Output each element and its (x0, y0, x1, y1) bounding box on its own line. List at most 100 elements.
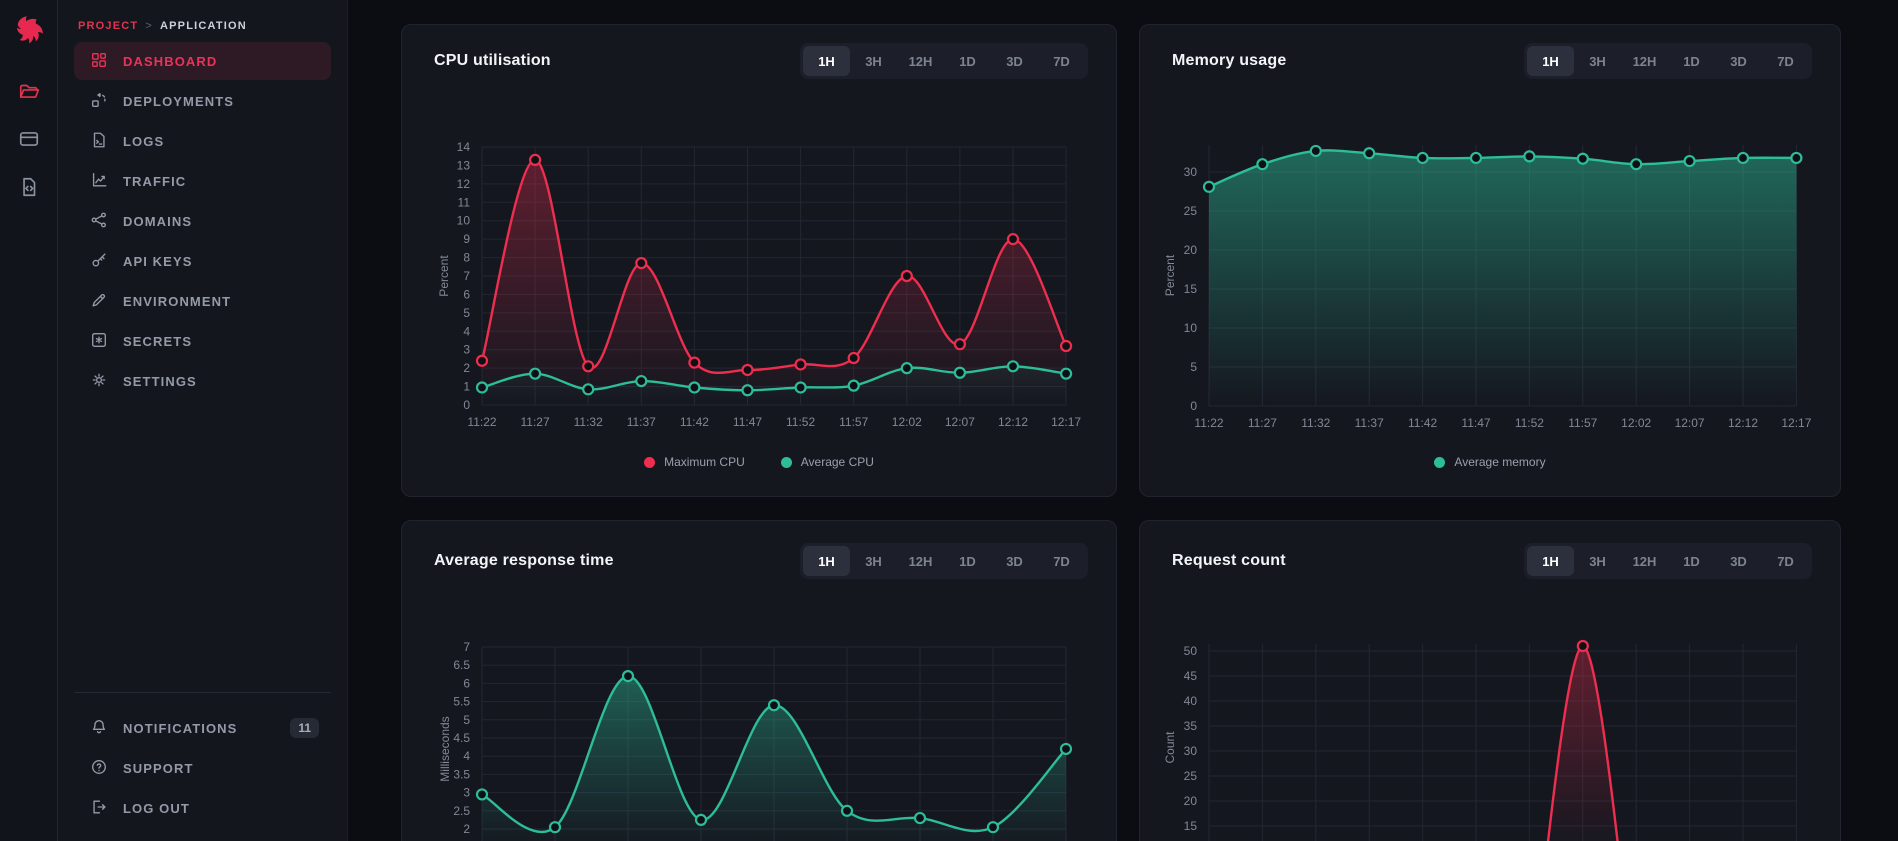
breadcrumb[interactable]: PROJECT > APPLICATION (58, 0, 347, 32)
svg-text:2: 2 (463, 361, 470, 375)
svg-text:4.5: 4.5 (453, 731, 470, 745)
time-range-7d[interactable]: 7D (1038, 46, 1085, 76)
time-range-1h[interactable]: 1H (1527, 546, 1574, 576)
svg-text:35: 35 (1184, 719, 1198, 733)
sidebar-item-settings[interactable]: SETTINGS (74, 362, 331, 400)
svg-text:11:32: 11:32 (574, 415, 603, 429)
question-circle-icon (90, 758, 108, 779)
average-response-time-card: Average response time 1H 3H 12H 1D 3D 7D… (401, 520, 1117, 841)
time-range-3h[interactable]: 3H (850, 46, 897, 76)
time-range-7d[interactable]: 7D (1762, 546, 1809, 576)
file-code-icon[interactable] (18, 176, 40, 198)
svg-text:12:02: 12:02 (892, 415, 922, 429)
sidebar-item-logs[interactable]: LOGS (74, 122, 331, 160)
breadcrumb-application[interactable]: APPLICATION (160, 20, 247, 32)
svg-text:2: 2 (463, 822, 470, 836)
svg-text:11:22: 11:22 (1194, 416, 1223, 430)
time-range-1h[interactable]: 1H (803, 546, 850, 576)
svg-text:6.5: 6.5 (453, 658, 470, 672)
sidebar-item-logout[interactable]: LOG OUT (74, 789, 331, 827)
svg-text:4: 4 (463, 749, 470, 763)
sidebar-item-deployments[interactable]: DEPLOYMENTS (74, 82, 331, 120)
legend-dot-average-memory (1434, 457, 1445, 468)
time-range-12h[interactable]: 12H (1621, 46, 1668, 76)
sidebar-bottom: NOTIFICATIONS 11 SUPPORT LOG OUT (58, 692, 347, 829)
breadcrumb-project[interactable]: PROJECT (78, 20, 138, 32)
legend-label: Average memory (1454, 455, 1545, 469)
sidebar-item-label: SETTINGS (123, 374, 197, 389)
time-range-1d[interactable]: 1D (944, 546, 991, 576)
nest-logo (11, 14, 47, 50)
svg-text:11:22: 11:22 (467, 415, 496, 429)
svg-text:11:42: 11:42 (680, 415, 709, 429)
sidebar-item-label: LOGS (123, 134, 164, 149)
svg-text:11:37: 11:37 (1355, 416, 1384, 430)
cpu-chart: 0123456789101112131411:2211:2711:3211:37… (402, 115, 1118, 445)
sidebar-item-label: SECRETS (123, 334, 192, 349)
time-range-3d[interactable]: 3D (1715, 46, 1762, 76)
pencil-icon (90, 291, 108, 312)
bell-icon (90, 718, 108, 739)
svg-text:5: 5 (1190, 360, 1197, 374)
svg-text:12:17: 12:17 (1781, 416, 1811, 430)
time-range-3d[interactable]: 3D (991, 46, 1038, 76)
sidebar-item-label: LOG OUT (123, 801, 190, 816)
time-range-3h[interactable]: 3H (1574, 546, 1621, 576)
svg-text:5.5: 5.5 (453, 695, 470, 709)
sidebar-item-secrets[interactable]: SECRETS (74, 322, 331, 360)
time-range-3h[interactable]: 3H (850, 546, 897, 576)
sidebar-item-dashboard[interactable]: DASHBOARD (74, 42, 331, 80)
svg-text:3: 3 (463, 786, 470, 800)
sidebar-item-traffic[interactable]: TRAFFIC (74, 162, 331, 200)
credit-card-icon[interactable] (18, 128, 40, 150)
time-range-3d[interactable]: 3D (1715, 546, 1762, 576)
memory-chart: 05101520253011:2211:2711:3211:3711:4211:… (1140, 115, 1842, 445)
time-range-group: 1H 3H 12H 1D 3D 7D (800, 543, 1088, 579)
sidebar-item-environment[interactable]: ENVIRONMENT (74, 282, 331, 320)
sidebar-item-domains[interactable]: DOMAINS (74, 202, 331, 240)
svg-text:40: 40 (1184, 694, 1198, 708)
svg-text:11:52: 11:52 (786, 415, 815, 429)
svg-text:12:17: 12:17 (1051, 415, 1081, 429)
memory-usage-card: Memory usage 1H 3H 12H 1D 3D 7D 05101520… (1139, 24, 1841, 497)
time-range-1d[interactable]: 1D (944, 46, 991, 76)
svg-text:11:32: 11:32 (1301, 416, 1330, 430)
sidebar-nav: DASHBOARD DEPLOYMENTS LOGS TRAFFIC DOMAI… (58, 42, 347, 400)
key-icon (90, 251, 108, 272)
time-range-3h[interactable]: 3H (1574, 46, 1621, 76)
breadcrumb-separator: > (145, 20, 153, 32)
svg-text:Milliseconds: Milliseconds (438, 716, 452, 781)
svg-text:4: 4 (463, 324, 470, 338)
svg-text:Count: Count (1163, 731, 1177, 764)
svg-text:12: 12 (457, 177, 471, 191)
folder-open-icon[interactable] (18, 80, 40, 102)
sidebar-item-notifications[interactable]: NOTIFICATIONS 11 (74, 709, 331, 747)
svg-text:7: 7 (463, 269, 470, 283)
notifications-badge: 11 (290, 718, 319, 738)
time-range-3d[interactable]: 3D (991, 546, 1038, 576)
time-range-1h[interactable]: 1H (1527, 46, 1574, 76)
svg-text:45: 45 (1184, 669, 1198, 683)
svg-text:12:12: 12:12 (998, 415, 1028, 429)
svg-text:11:47: 11:47 (1461, 416, 1490, 430)
svg-text:11:42: 11:42 (1408, 416, 1437, 430)
sidebar-item-label: API KEYS (123, 254, 192, 269)
legend-label: Average CPU (801, 455, 874, 469)
time-range-12h[interactable]: 12H (897, 46, 944, 76)
svg-text:14: 14 (457, 140, 471, 154)
card-header: Average response time 1H 3H 12H 1D 3D 7D (402, 521, 1116, 601)
sidebar-item-api-keys[interactable]: API KEYS (74, 242, 331, 280)
time-range-7d[interactable]: 7D (1762, 46, 1809, 76)
svg-text:25: 25 (1184, 769, 1198, 783)
card-title: CPU utilisation (434, 52, 551, 70)
svg-text:11:57: 11:57 (839, 415, 868, 429)
time-range-12h[interactable]: 12H (1621, 546, 1668, 576)
time-range-7d[interactable]: 7D (1038, 546, 1085, 576)
time-range-1d[interactable]: 1D (1668, 46, 1715, 76)
time-range-12h[interactable]: 12H (897, 546, 944, 576)
time-range-1d[interactable]: 1D (1668, 546, 1715, 576)
time-range-1h[interactable]: 1H (803, 46, 850, 76)
chart-legend: Average memory (1140, 455, 1840, 469)
sidebar-item-support[interactable]: SUPPORT (74, 749, 331, 787)
cpu-utilisation-card: CPU utilisation 1H 3H 12H 1D 3D 7D 01234… (401, 24, 1117, 497)
